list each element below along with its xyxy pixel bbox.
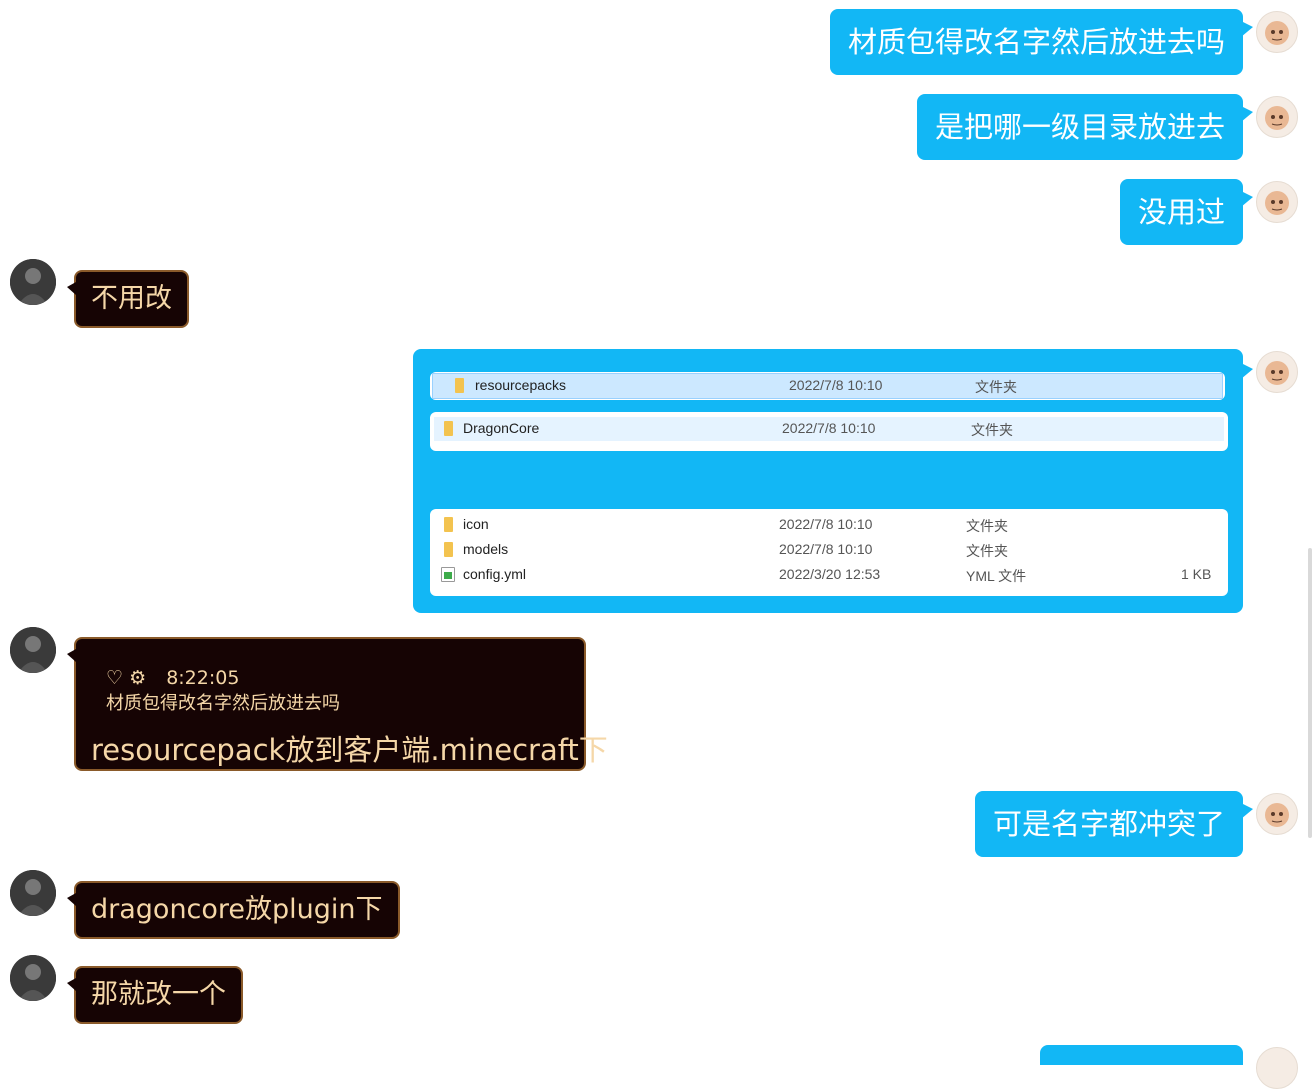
contact-message-bubble[interactable]: dragoncore放plugin下 bbox=[67, 881, 400, 939]
file-name: config.yml bbox=[463, 566, 527, 582]
my-avatar[interactable] bbox=[1256, 351, 1298, 393]
file-name: icon bbox=[463, 516, 489, 532]
reply-text: resourcepack放到客户端.minecraft下 bbox=[91, 733, 608, 767]
file-type: 文件夹 bbox=[975, 379, 1017, 395]
file-row[interactable]: config.yml 2022/3/20 12:53 YML 文件 1 KB bbox=[430, 563, 1228, 587]
folder-icon bbox=[444, 421, 453, 436]
my-avatar[interactable] bbox=[1256, 793, 1298, 835]
file-date: 2022/7/8 10:10 bbox=[789, 377, 883, 393]
file-size: 1 KB bbox=[1181, 566, 1212, 582]
explorer-panel: DragonCore 2022/7/8 10:10 文件夹 bbox=[430, 412, 1228, 451]
scrollbar-thumb[interactable] bbox=[1308, 548, 1312, 838]
file-row[interactable]: DragonCore 2022/7/8 10:10 文件夹 bbox=[434, 417, 1224, 441]
my-avatar[interactable] bbox=[1256, 181, 1298, 223]
contact-avatar[interactable] bbox=[10, 870, 56, 916]
contact-avatar[interactable] bbox=[10, 627, 56, 673]
my-avatar[interactable] bbox=[1256, 96, 1298, 138]
my-message-bubble[interactable]: 是把哪一级目录放进去 bbox=[916, 94, 1254, 160]
yml-file-icon bbox=[441, 567, 455, 582]
image-message-bubble[interactable]: resourcepacks 2022/7/8 10:10 文件夹 DragonC… bbox=[413, 349, 1253, 613]
contact-message-bubble[interactable]: 不用改 bbox=[67, 270, 189, 328]
file-date: 2022/7/8 10:10 bbox=[779, 541, 873, 557]
my-avatar[interactable] bbox=[1256, 1047, 1298, 1089]
my-message-bubble[interactable]: 可是名字都冲突了 bbox=[974, 791, 1254, 857]
contact-message-bubble[interactable]: 那就改一个 bbox=[67, 966, 243, 1024]
folder-icon bbox=[455, 378, 464, 393]
my-avatar[interactable] bbox=[1256, 11, 1298, 53]
folder-icon bbox=[444, 542, 453, 557]
file-name: resourcepacks bbox=[475, 377, 567, 393]
file-row[interactable]: resourcepacks 2022/7/8 10:10 文件夹 bbox=[432, 373, 1223, 399]
my-message-bubble[interactable]: 没用过 bbox=[1119, 179, 1254, 245]
my-message-bubble-partial[interactable] bbox=[1040, 1045, 1243, 1065]
folder-icon bbox=[444, 517, 453, 532]
file-name: models bbox=[463, 541, 509, 557]
file-type: YML 文件 bbox=[966, 568, 1027, 584]
file-date: 2022/7/8 10:10 bbox=[782, 420, 876, 436]
explorer-panel: resourcepacks 2022/7/8 10:10 文件夹 bbox=[430, 372, 1225, 400]
explorer-panel: icon 2022/7/8 10:10 文件夹 models 2022/7/8 … bbox=[430, 509, 1228, 596]
file-row[interactable]: icon 2022/7/8 10:10 文件夹 bbox=[430, 513, 1228, 537]
file-date: 2022/7/8 10:10 bbox=[779, 516, 873, 532]
reply-message-bubble[interactable]: ♡ ⚙ 8:22:05 材质包得改名字然后放进去吗 resourcepack放到… bbox=[67, 637, 608, 771]
file-type: 文件夹 bbox=[966, 518, 1008, 534]
file-name: DragonCore bbox=[463, 420, 540, 436]
file-type: 文件夹 bbox=[966, 543, 1008, 559]
file-date: 2022/3/20 12:53 bbox=[779, 566, 881, 582]
my-message-bubble[interactable]: 材质包得改名字然后放进去吗 bbox=[829, 9, 1254, 75]
contact-avatar[interactable] bbox=[10, 955, 56, 1001]
file-type: 文件夹 bbox=[971, 422, 1013, 438]
contact-avatar[interactable] bbox=[10, 259, 56, 305]
file-row[interactable]: models 2022/7/8 10:10 文件夹 bbox=[430, 538, 1228, 562]
